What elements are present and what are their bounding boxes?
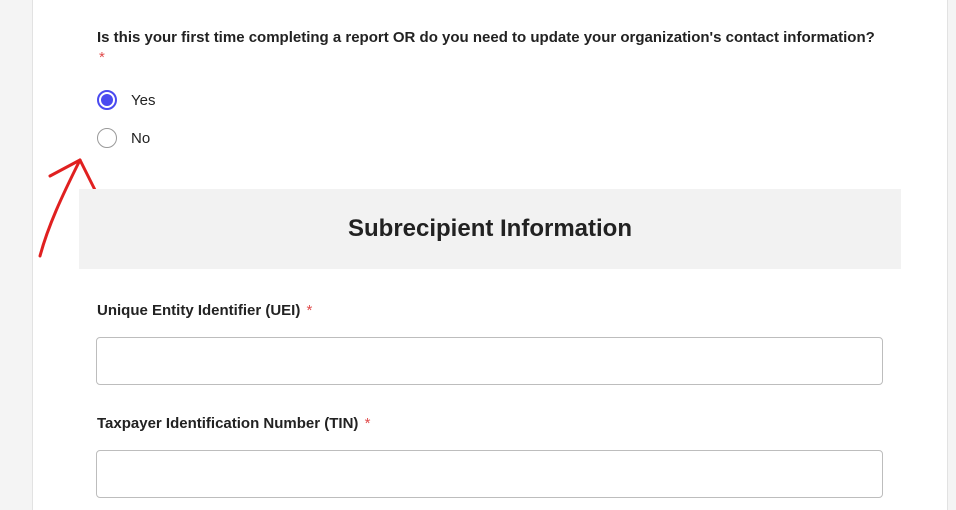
uei-input[interactable] <box>96 337 883 385</box>
tin-input[interactable] <box>96 450 883 498</box>
section-title: Subrecipient Information <box>347 215 632 242</box>
uei-label-text: Unique Entity Identifier (UEI) <box>97 302 301 319</box>
required-mark: * <box>364 415 371 432</box>
required-mark: * <box>306 302 313 319</box>
question-text: Is this your first time completing a rep… <box>97 29 875 46</box>
section-header: Subrecipient Information <box>79 189 901 269</box>
uei-label: Unique Entity Identifier (UEI) * <box>97 302 312 319</box>
tin-label-text: Taxpayer Identification Number (TIN) <box>97 415 359 432</box>
tin-label: Taxpayer Identification Number (TIN) * <box>97 415 370 432</box>
question-label: Is this your first time completing a rep… <box>97 28 877 68</box>
